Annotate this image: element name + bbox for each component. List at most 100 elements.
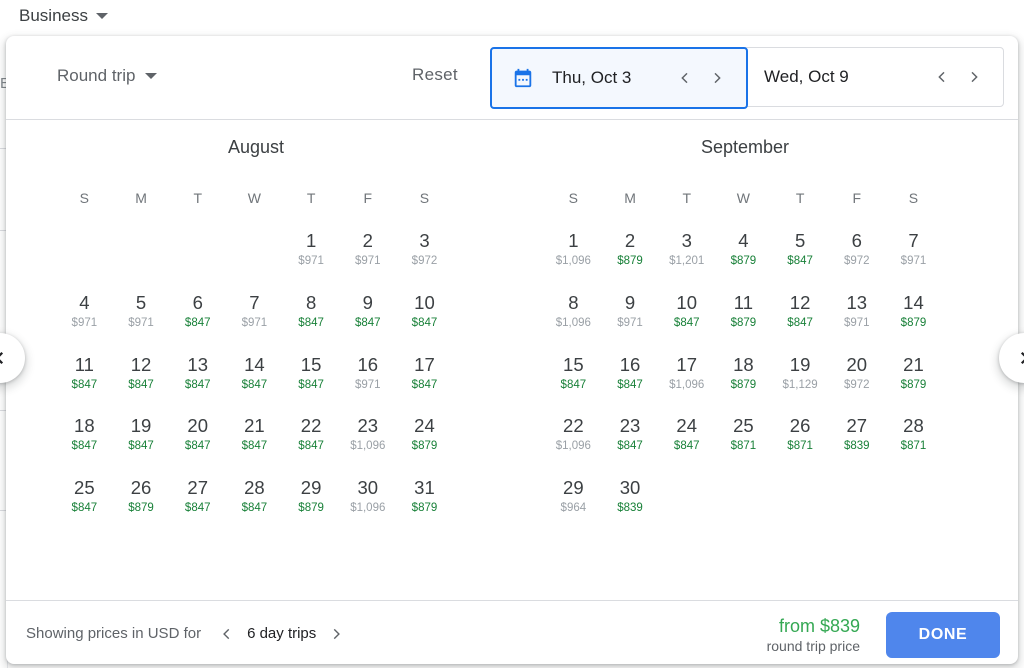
weekday-label: W	[736, 190, 751, 206]
calendar-day[interactable]: 29 $879	[283, 467, 340, 529]
calendar-day[interactable]: 24 $847	[658, 405, 715, 467]
day-number: 28	[903, 415, 924, 437]
calendar-day[interactable]: 17 $1,096	[658, 344, 715, 406]
calendar-day[interactable]: 26 $871	[772, 405, 829, 467]
day-number: 16	[357, 353, 379, 375]
day-price-low: $839	[617, 502, 643, 515]
calendar-day[interactable]: 5 $847	[772, 220, 829, 282]
done-button[interactable]: DONE	[886, 612, 1000, 658]
weekday-label: T	[795, 190, 805, 206]
calendar-day[interactable]: 5 $971	[113, 282, 170, 344]
calendar-day[interactable]: 10 $847	[396, 282, 453, 344]
day-number: 1	[305, 230, 317, 251]
calendar-day[interactable]: 13 $971	[828, 282, 885, 344]
day-price-low: $879	[900, 316, 927, 329]
calendar-day[interactable]: 15 $847	[283, 344, 340, 406]
reset-button[interactable]: Reset	[412, 65, 458, 85]
day-price-low: $839	[843, 440, 870, 453]
calendar-day[interactable]: 26 $879	[113, 467, 170, 529]
from-price: from $839	[778, 616, 860, 636]
calendar-day[interactable]: 3 $1,201	[658, 220, 715, 282]
calendar-day[interactable]: 20 $972	[828, 344, 885, 406]
calendar-day[interactable]: 6 $847	[169, 282, 226, 344]
calendar-day[interactable]: 12 $847	[772, 282, 829, 344]
calendar-day[interactable]: 28 $847	[226, 467, 283, 529]
calendar-day[interactable]: 21 $847	[226, 405, 283, 467]
day-price: $971	[298, 255, 324, 267]
departure-next-day-button[interactable]	[708, 69, 726, 87]
weekday-label: M	[624, 190, 636, 206]
calendar-day[interactable]: 11 $879	[715, 282, 772, 344]
calendar-day[interactable]: 23 $847	[602, 405, 659, 467]
calendar-day[interactable]: 13 $847	[169, 344, 226, 406]
calendar-day[interactable]: 2 $879	[602, 220, 659, 282]
calendar-day[interactable]: 1 $1,096	[545, 220, 602, 282]
month-september: September S M T W T F S 1 $1,096 2 $879 3 $1,201 4 $8…	[545, 120, 945, 529]
return-next-day-button[interactable]	[965, 68, 983, 86]
day-price-low: $847	[411, 316, 438, 329]
calendar-day[interactable]: 9 $971	[602, 282, 659, 344]
calendar-day[interactable]: 16 $971	[339, 344, 396, 406]
calendar-day[interactable]: 25 $871	[715, 405, 772, 467]
next-month-button[interactable]	[999, 333, 1024, 383]
calendar-day[interactable]: 14 $879	[885, 282, 942, 344]
increase-trip-length-button[interactable]	[328, 626, 344, 642]
calendar-day[interactable]: 25 $847	[56, 467, 113, 529]
return-date-field[interactable]: Wed, Oct 9	[748, 48, 1003, 106]
day-price-low: $871	[730, 440, 757, 453]
calendar-day[interactable]: 29 $964	[545, 467, 602, 529]
calendar-day[interactable]: 7 $971	[885, 220, 942, 282]
calendar-day[interactable]: 15 $847	[545, 344, 602, 406]
weekday-label: T	[193, 190, 202, 206]
date-picker-footer: Showing prices in USD for 6 day trips fr…	[6, 600, 1018, 664]
calendar-day[interactable]: 24 $879	[396, 405, 453, 467]
calendar-day[interactable]: 31 $879	[396, 467, 453, 529]
day-number: 19	[130, 415, 152, 437]
date-picker-header: Round trip Reset Thu, Oct 3 Wed, Oct 9	[6, 36, 1018, 120]
calendar-day[interactable]: 3 $972	[396, 220, 453, 282]
calendar-day[interactable]: 19 $1,129	[772, 344, 829, 406]
calendar-day[interactable]: 21 $879	[885, 344, 942, 406]
calendar-day[interactable]: 22 $847	[283, 405, 340, 467]
day-number: 3	[419, 230, 430, 251]
day-number: 13	[846, 291, 868, 313]
calendar-day[interactable]: 17 $847	[396, 344, 453, 406]
calendar-day[interactable]: 22 $1,096	[545, 405, 602, 467]
day-price-low: $847	[354, 316, 381, 329]
calendar-day[interactable]: 1 $971	[283, 220, 340, 282]
calendar-day[interactable]: 30 $1,096	[339, 467, 396, 529]
calendar-day[interactable]: 2 $971	[339, 220, 396, 282]
calendar-day[interactable]: 8 $1,096	[545, 282, 602, 344]
calendar-day[interactable]: 19 $847	[113, 405, 170, 467]
decrease-trip-length-button[interactable]	[219, 626, 235, 642]
departure-date-field[interactable]: Thu, Oct 3	[490, 47, 748, 109]
calendar-day[interactable]: 8 $847	[283, 282, 340, 344]
calendar-day[interactable]: 18 $879	[715, 344, 772, 406]
calendar-day[interactable]: 18 $847	[56, 405, 113, 467]
return-prev-day-button[interactable]	[933, 68, 951, 86]
calendar-day[interactable]: 30 $839	[602, 467, 659, 529]
calendar-day[interactable]: 27 $839	[828, 405, 885, 467]
calendar-day[interactable]: 20 $847	[169, 405, 226, 467]
day-number: 3	[681, 230, 692, 251]
calendar-day[interactable]: 10 $847	[658, 282, 715, 344]
calendar-day[interactable]: 16 $847	[602, 344, 659, 406]
calendar-day[interactable]: 11 $847	[56, 344, 113, 406]
previous-month-button[interactable]	[0, 333, 25, 383]
background-search-bar: Business	[0, 0, 1024, 40]
calendar-day[interactable]: 27 $847	[169, 467, 226, 529]
calendar-day[interactable]: 12 $847	[113, 344, 170, 406]
departure-prev-day-button[interactable]	[676, 69, 694, 87]
calendar-day[interactable]: 4 $971	[56, 282, 113, 344]
trip-type-select[interactable]: Round trip	[57, 66, 158, 86]
calendar-day[interactable]: 28 $871	[885, 405, 942, 467]
day-number: 18	[74, 415, 95, 437]
weekday-label: M	[135, 190, 147, 206]
calendar-day[interactable]: 23 $1,096	[339, 405, 396, 467]
cabin-class-select[interactable]: Business	[19, 6, 108, 26]
calendar-day[interactable]: 4 $879	[715, 220, 772, 282]
calendar-day[interactable]: 14 $847	[226, 344, 283, 406]
calendar-day[interactable]: 9 $847	[339, 282, 396, 344]
calendar-day[interactable]: 6 $972	[828, 220, 885, 282]
calendar-day[interactable]: 7 $971	[226, 282, 283, 344]
